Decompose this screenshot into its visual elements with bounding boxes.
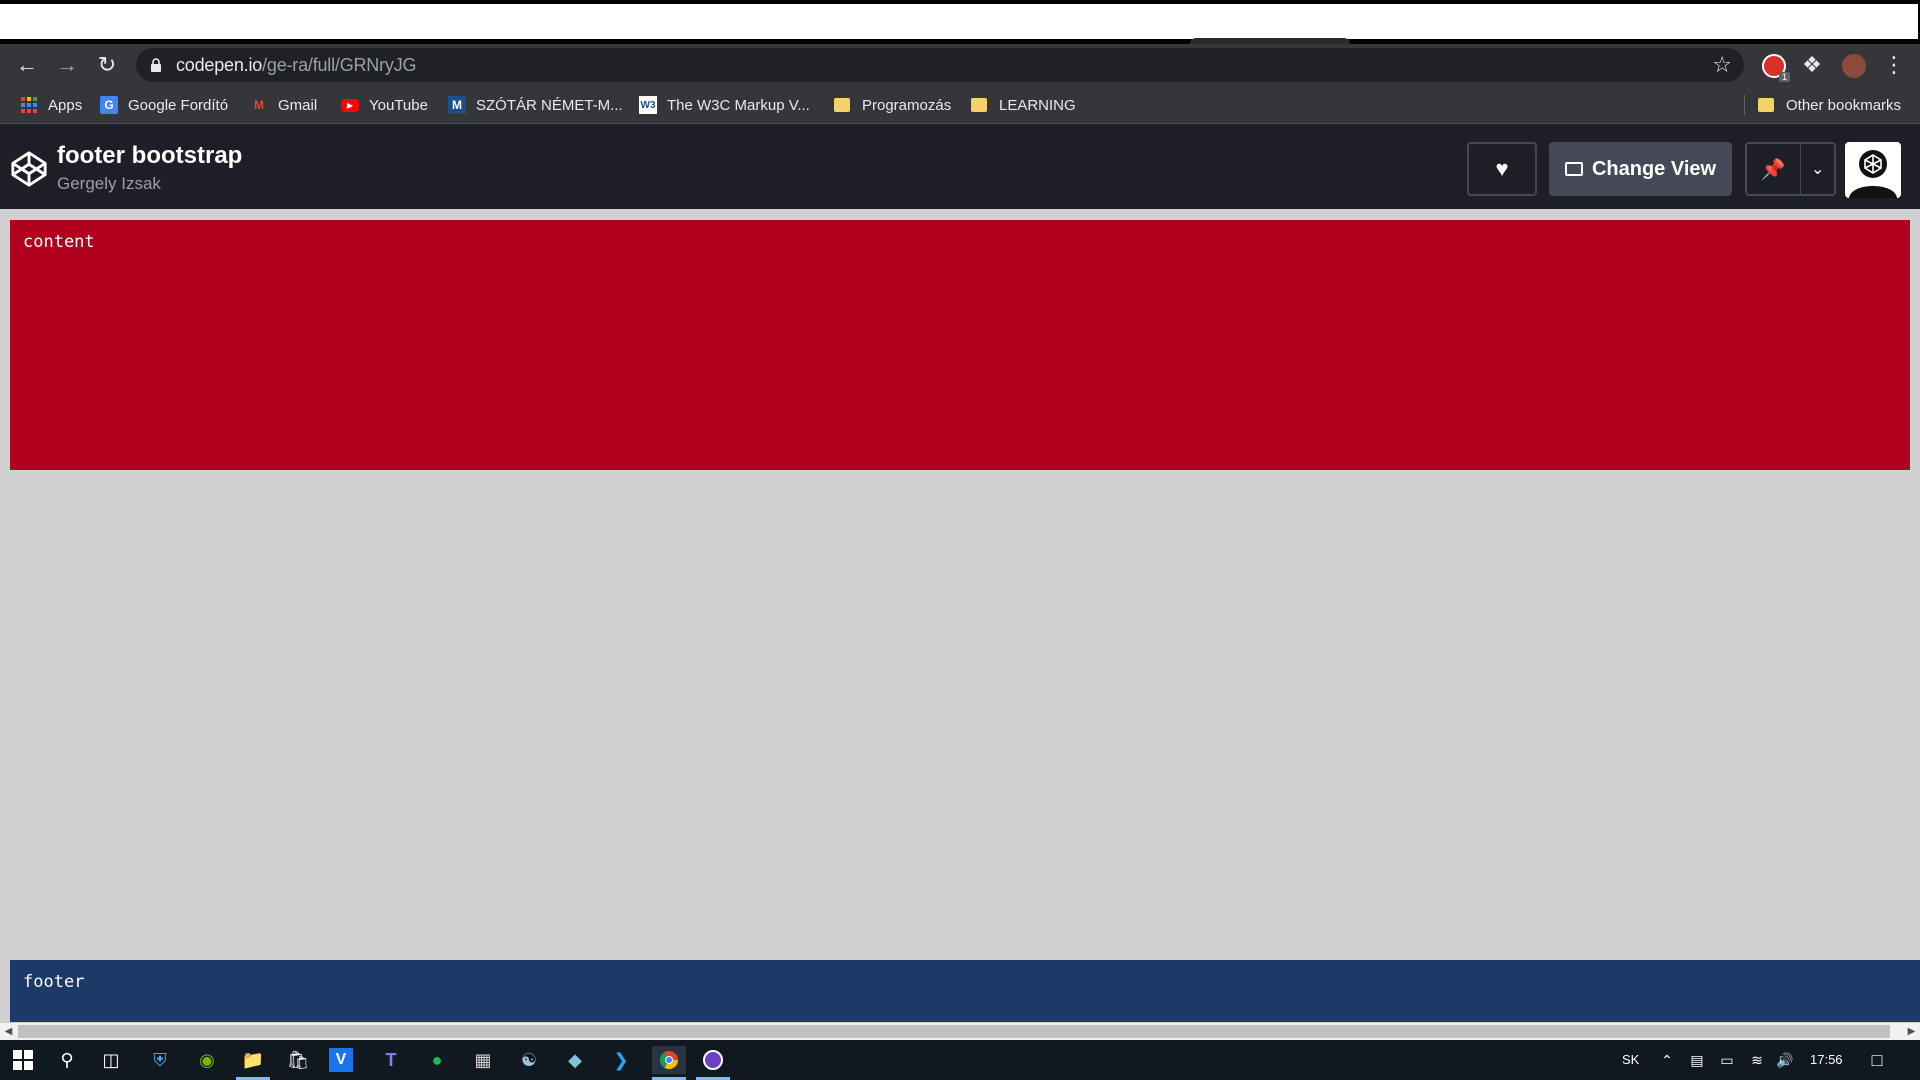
bookmark-dictionary[interactable]: M SZÓTÁR NÉMET-M... <box>448 86 623 124</box>
network-app-icon[interactable]: ▤ <box>1682 1046 1712 1074</box>
nvidia-icon[interactable]: ◉ <box>192 1046 222 1074</box>
more-menu-icon[interactable]: ⋮ <box>1880 51 1908 79</box>
scroll-left-arrow-icon[interactable]: ◀ <box>0 1023 17 1040</box>
heart-icon: ♥ <box>1495 156 1509 181</box>
bookmark-apps[interactable]: Apps <box>20 86 82 124</box>
bookmark-label: The W3C Markup V... <box>667 96 810 114</box>
bookmark-w3c[interactable]: W3 The W3C Markup V... <box>639 86 810 124</box>
google-translate-icon: G <box>100 96 118 114</box>
folder-icon <box>834 98 850 112</box>
codepen-logo-icon[interactable] <box>10 150 48 188</box>
windows-taskbar: ⚲ ◫ ⛨ ◉ 📁 🛍 V T ● ▦ ☯ ◆ ❯ SK ⌃ ▤ ▭ ≋ 🔊 1… <box>0 1040 1920 1080</box>
bookmark-label: SZÓTÁR NÉMET-M... <box>476 96 623 114</box>
change-view-button[interactable]: Change View <box>1549 142 1732 196</box>
notification-icon[interactable]: □ <box>1862 1046 1892 1074</box>
address-bar[interactable]: codepen.io/ge-ra/full/GRNryJG ☆ <box>136 48 1744 82</box>
pen-title: footer bootstrap <box>57 142 243 169</box>
file-explorer-icon[interactable]: 📁 <box>238 1046 268 1074</box>
screen: ← → ↻ codepen.io/ge-ra/full/GRNryJG ☆ 1 … <box>0 0 1920 1080</box>
avatar-silhouette-icon <box>1849 150 1897 198</box>
bookmark-youtube[interactable]: ▶ YouTube <box>341 86 428 124</box>
pin-icon[interactable]: 📌 <box>1747 157 1800 182</box>
pen-author[interactable]: Gergely Izsak <box>57 174 161 194</box>
content-text: content <box>23 232 95 252</box>
spotify-icon[interactable]: ● <box>422 1046 452 1074</box>
footer-text: footer <box>23 972 85 992</box>
visual-studio-v-icon[interactable]: V <box>329 1048 353 1072</box>
browser-toolbar: ← → ↻ codepen.io/ge-ra/full/GRNryJG ☆ 1 … <box>0 44 1920 86</box>
gmail-icon: M <box>254 98 264 112</box>
footer-section: footer <box>10 960 1920 1022</box>
change-view-label: Change View <box>1591 157 1717 180</box>
puzzle-extensions-icon[interactable]: ❖ <box>1798 51 1826 79</box>
app-icon[interactable]: ☯ <box>514 1046 544 1074</box>
bookmark-star-icon[interactable]: ☆ <box>1712 52 1732 78</box>
other-bookmarks[interactable]: Other bookmarks <box>1758 86 1901 124</box>
scrollbar-thumb[interactable] <box>18 1025 1890 1038</box>
bookmark-folder-learning[interactable]: LEARNING <box>971 86 1076 124</box>
dictionary-icon: M <box>448 96 466 114</box>
calculator-icon[interactable]: ▦ <box>468 1046 498 1074</box>
back-arrow-icon[interactable]: ← <box>13 51 41 79</box>
pin-button-group: 📌 ⌄ <box>1745 142 1836 196</box>
window-title-area <box>0 4 1918 39</box>
battery-icon[interactable]: ▭ <box>1712 1046 1742 1074</box>
folder-icon <box>1758 98 1774 112</box>
extension-badge: 1 <box>1778 72 1790 82</box>
bookmark-label: Google Fordító <box>128 96 229 114</box>
scroll-right-arrow-icon[interactable]: ▶ <box>1903 1023 1920 1040</box>
teams-icon[interactable]: T <box>376 1046 406 1074</box>
bookmark-label: LEARNING <box>999 96 1076 114</box>
other-bookmarks-label: Other bookmarks <box>1786 96 1902 114</box>
chevron-up-icon[interactable]: ⌃ <box>1652 1046 1682 1074</box>
lock-icon[interactable] <box>150 58 162 72</box>
windows-start-icon[interactable] <box>8 1046 38 1074</box>
url-text[interactable]: codepen.io/ge-ra/full/GRNryJG <box>176 48 417 82</box>
pen-preview: content footer <box>0 209 1920 1022</box>
url-host: codepen.io <box>176 55 263 75</box>
bookmark-google-translate[interactable]: G Google Fordító <box>100 86 228 124</box>
window-top-edge <box>0 0 1920 46</box>
codepen-header: footer bootstrap Gergely Izsak ♥ Change … <box>0 124 1920 209</box>
wifi-icon[interactable]: ≋ <box>1742 1046 1772 1074</box>
defender-icon[interactable]: ⛨ <box>145 1046 175 1074</box>
chrome-icon[interactable] <box>652 1046 686 1074</box>
user-avatar[interactable] <box>1845 142 1901 198</box>
horizontal-scrollbar[interactable]: ◀ ▶ <box>0 1023 1920 1040</box>
forward-arrow-icon[interactable]: → <box>53 51 81 79</box>
reload-icon[interactable]: ↻ <box>93 51 121 79</box>
clock-time[interactable]: 17:56 <box>1810 1052 1843 1067</box>
store-icon[interactable]: 🛍 <box>283 1046 313 1074</box>
bookmark-label: YouTube <box>369 96 428 114</box>
bookmark-label: Apps <box>48 96 83 114</box>
bookmarks-bar: Apps G Google Fordító M Gmail ▶ YouTube … <box>0 86 1920 124</box>
app-purple-icon[interactable] <box>698 1046 728 1074</box>
extension-icon[interactable]: 1 <box>1762 54 1790 82</box>
content-section: content <box>10 220 1910 470</box>
vscode-icon[interactable]: ❯ <box>606 1046 636 1074</box>
like-button[interactable]: ♥ <box>1467 142 1537 196</box>
task-view-icon[interactable]: ◫ <box>96 1046 126 1074</box>
bookmarks-divider <box>1744 95 1745 115</box>
profile-avatar[interactable] <box>1842 54 1866 78</box>
w3c-icon: W3 <box>639 96 657 114</box>
volume-icon[interactable]: 🔊 <box>1770 1046 1800 1074</box>
app-icon[interactable]: ◆ <box>560 1046 590 1074</box>
bookmark-label: Programozás <box>862 96 952 114</box>
url-path: /ge-ra/full/GRNryJG <box>262 55 417 75</box>
apps-grid-icon <box>20 96 38 114</box>
bookmark-label: Gmail <box>278 96 318 114</box>
chevron-down-icon[interactable]: ⌄ <box>1801 159 1834 179</box>
view-icon <box>1564 162 1583 176</box>
language-indicator[interactable]: SK <box>1622 1052 1639 1067</box>
folder-icon <box>971 98 987 112</box>
bookmark-gmail[interactable]: M Gmail <box>250 86 317 124</box>
youtube-icon: ▶ <box>341 98 359 112</box>
bookmark-folder-programozas[interactable]: Programozás <box>834 86 951 124</box>
search-icon[interactable]: ⚲ <box>52 1046 82 1074</box>
